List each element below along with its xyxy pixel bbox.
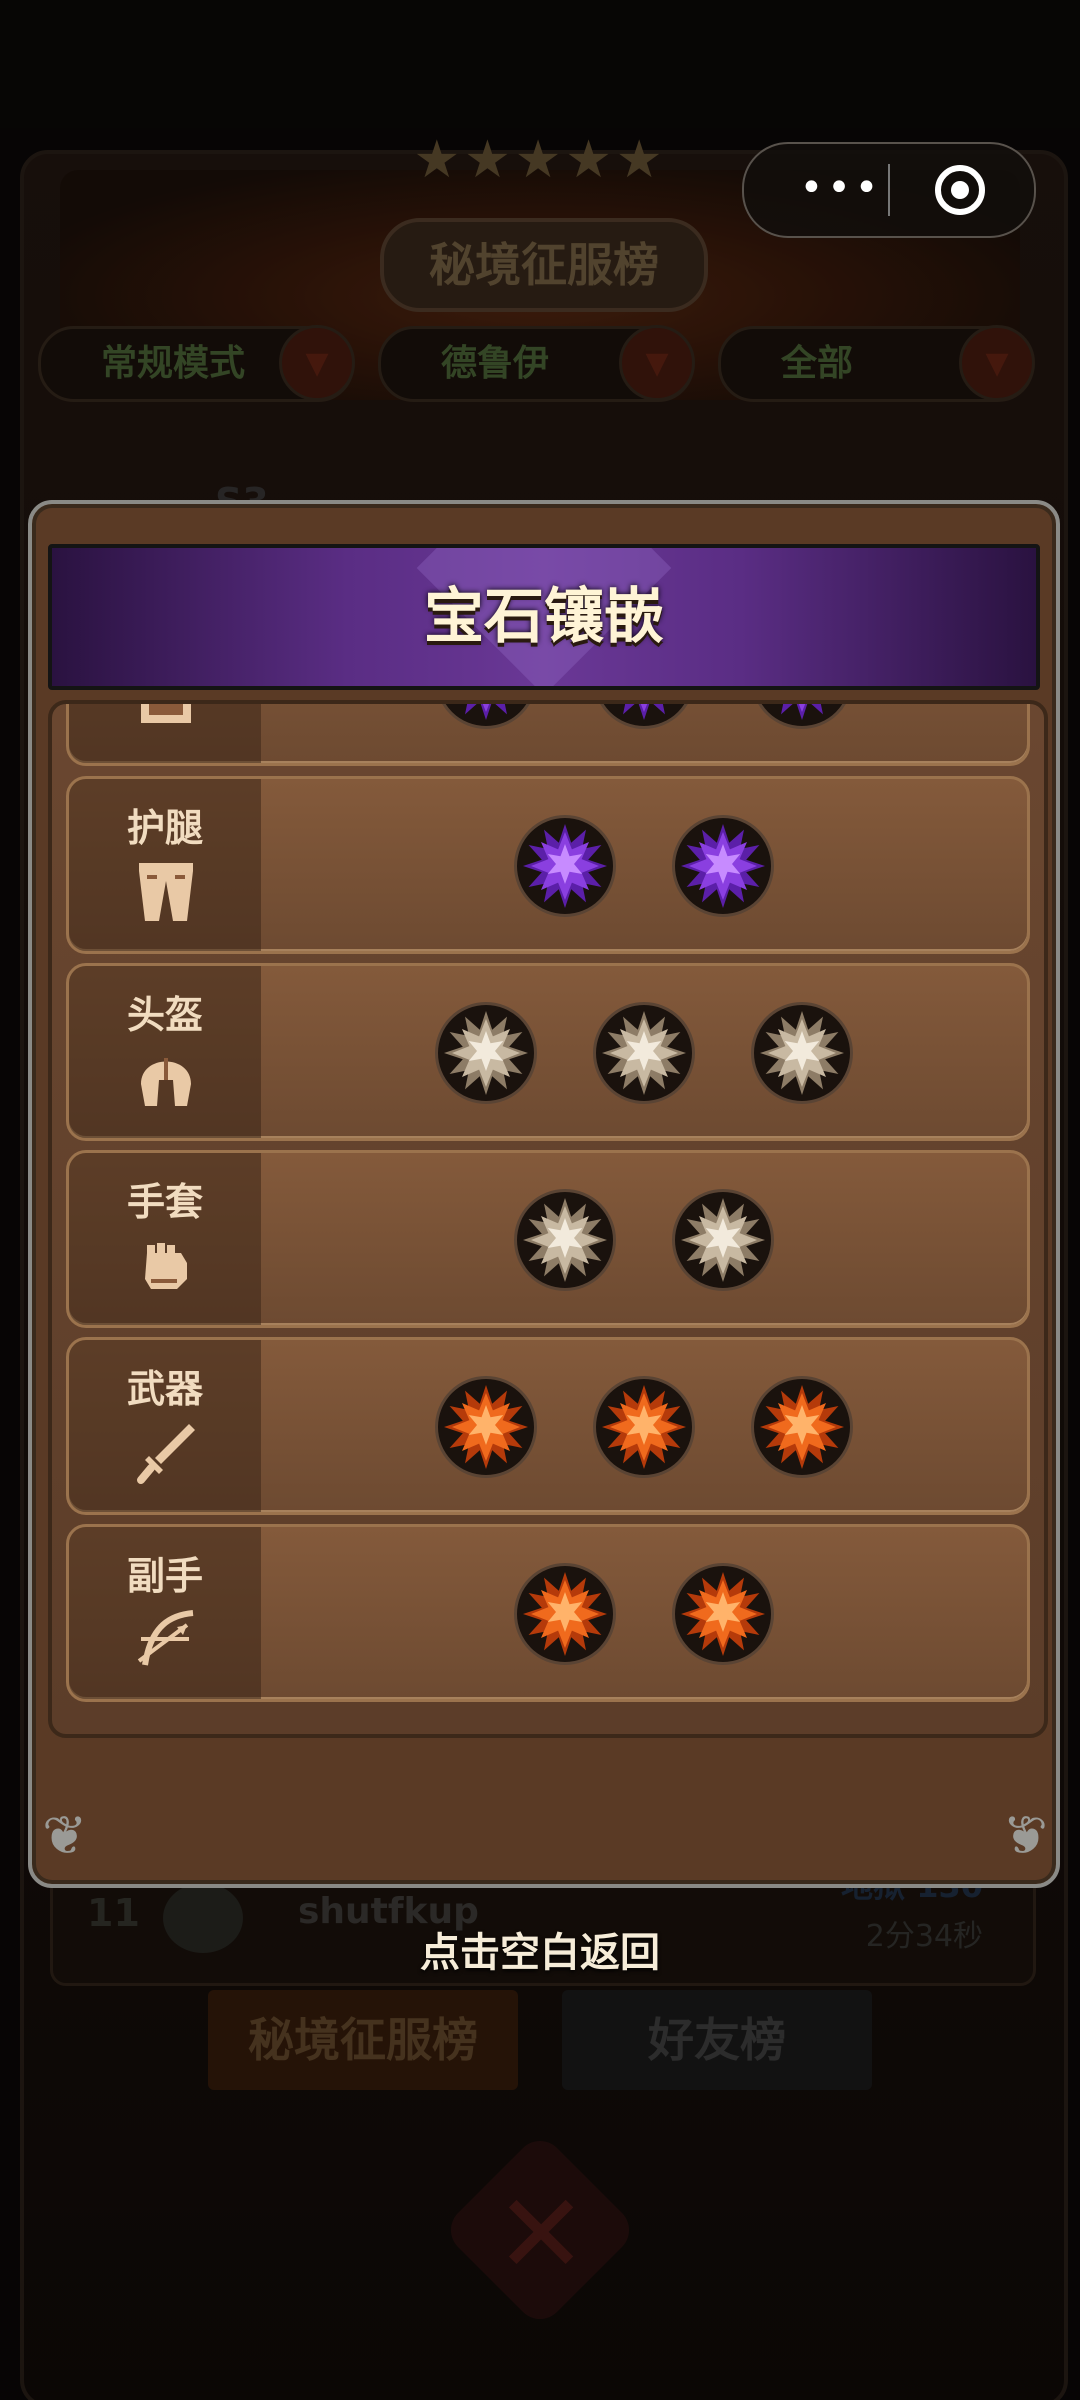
slot-label: 武器: [126, 1367, 203, 1411]
slot-label-box: 头盔: [69, 966, 261, 1138]
gem-sockets: [261, 1153, 1027, 1325]
slot-label-box: 副手: [69, 1527, 261, 1699]
capsule-divider: [888, 164, 890, 216]
corner-ornament-left: ❦: [42, 1804, 88, 1867]
bow-icon: [137, 1610, 194, 1666]
gem-row-helmet: 头盔: [66, 963, 1030, 1141]
purple-gem-icon[interactable]: [514, 815, 616, 917]
orange-gem-icon[interactable]: [435, 1376, 537, 1478]
gem-slot-list[interactable]: 护腿 头盔 手套 武器 副手: [48, 700, 1048, 1738]
slot-label: 护腿: [126, 806, 203, 850]
slot-label: 手套: [126, 1180, 203, 1224]
gem-sockets: [261, 1340, 1027, 1512]
miniprogram-capsule: •••: [742, 142, 1036, 238]
slot-label: 头盔: [126, 993, 203, 1037]
purple-gem-icon[interactable]: [751, 704, 853, 729]
orange-gem-icon[interactable]: [751, 1376, 853, 1478]
silver-gem-icon[interactable]: [672, 1189, 774, 1291]
gem-sockets: [261, 1527, 1027, 1699]
gem-row-offhand: 副手: [66, 1524, 1030, 1702]
modal-header: 宝石镶嵌: [48, 544, 1040, 690]
helmet-icon: [141, 1058, 191, 1106]
silver-gem-icon[interactable]: [751, 1002, 853, 1104]
orange-gem-icon[interactable]: [514, 1563, 616, 1665]
slot-label-box: [69, 704, 261, 763]
slot-label-box: 手套: [69, 1153, 261, 1325]
orange-gem-icon[interactable]: [593, 1376, 695, 1478]
gem-row-weapon: 武器: [66, 1337, 1030, 1515]
gem-sockets: [261, 704, 1027, 763]
sword-icon: [137, 1424, 195, 1484]
gem-row-gloves: 手套: [66, 1150, 1030, 1328]
close-circle-icon[interactable]: [932, 162, 988, 218]
slot-label: 副手: [126, 1554, 203, 1598]
modal-title: 宝石镶嵌: [424, 582, 664, 652]
silver-gem-icon[interactable]: [435, 1002, 537, 1104]
silver-gem-icon[interactable]: [514, 1189, 616, 1291]
gem-row-leggings: 护腿: [66, 776, 1030, 954]
orange-gem-icon[interactable]: [672, 1563, 774, 1665]
gem-row-chest: [66, 704, 1030, 766]
gem-sockets: [261, 779, 1027, 951]
tap-blank-to-return-hint[interactable]: 点击空白返回: [0, 1920, 1080, 1978]
more-button[interactable]: •••: [786, 164, 896, 214]
gem-inlay-modal: 宝石镶嵌 护腿 头盔 手套 武器 副手 ❦ ❦: [28, 500, 1060, 1888]
slot-label-box: 武器: [69, 1340, 261, 1512]
purple-gem-icon[interactable]: [672, 815, 774, 917]
corner-ornament-right: ❦: [1002, 1804, 1048, 1867]
leggings-icon: [139, 863, 193, 921]
silver-gem-icon[interactable]: [593, 1002, 695, 1104]
purple-gem-icon[interactable]: [593, 704, 695, 729]
gem-sockets: [261, 966, 1027, 1138]
chest-armor-icon: [141, 704, 191, 723]
slot-label-box: 护腿: [69, 779, 261, 951]
purple-gem-icon[interactable]: [435, 704, 537, 729]
gauntlet-icon: [145, 1243, 187, 1289]
